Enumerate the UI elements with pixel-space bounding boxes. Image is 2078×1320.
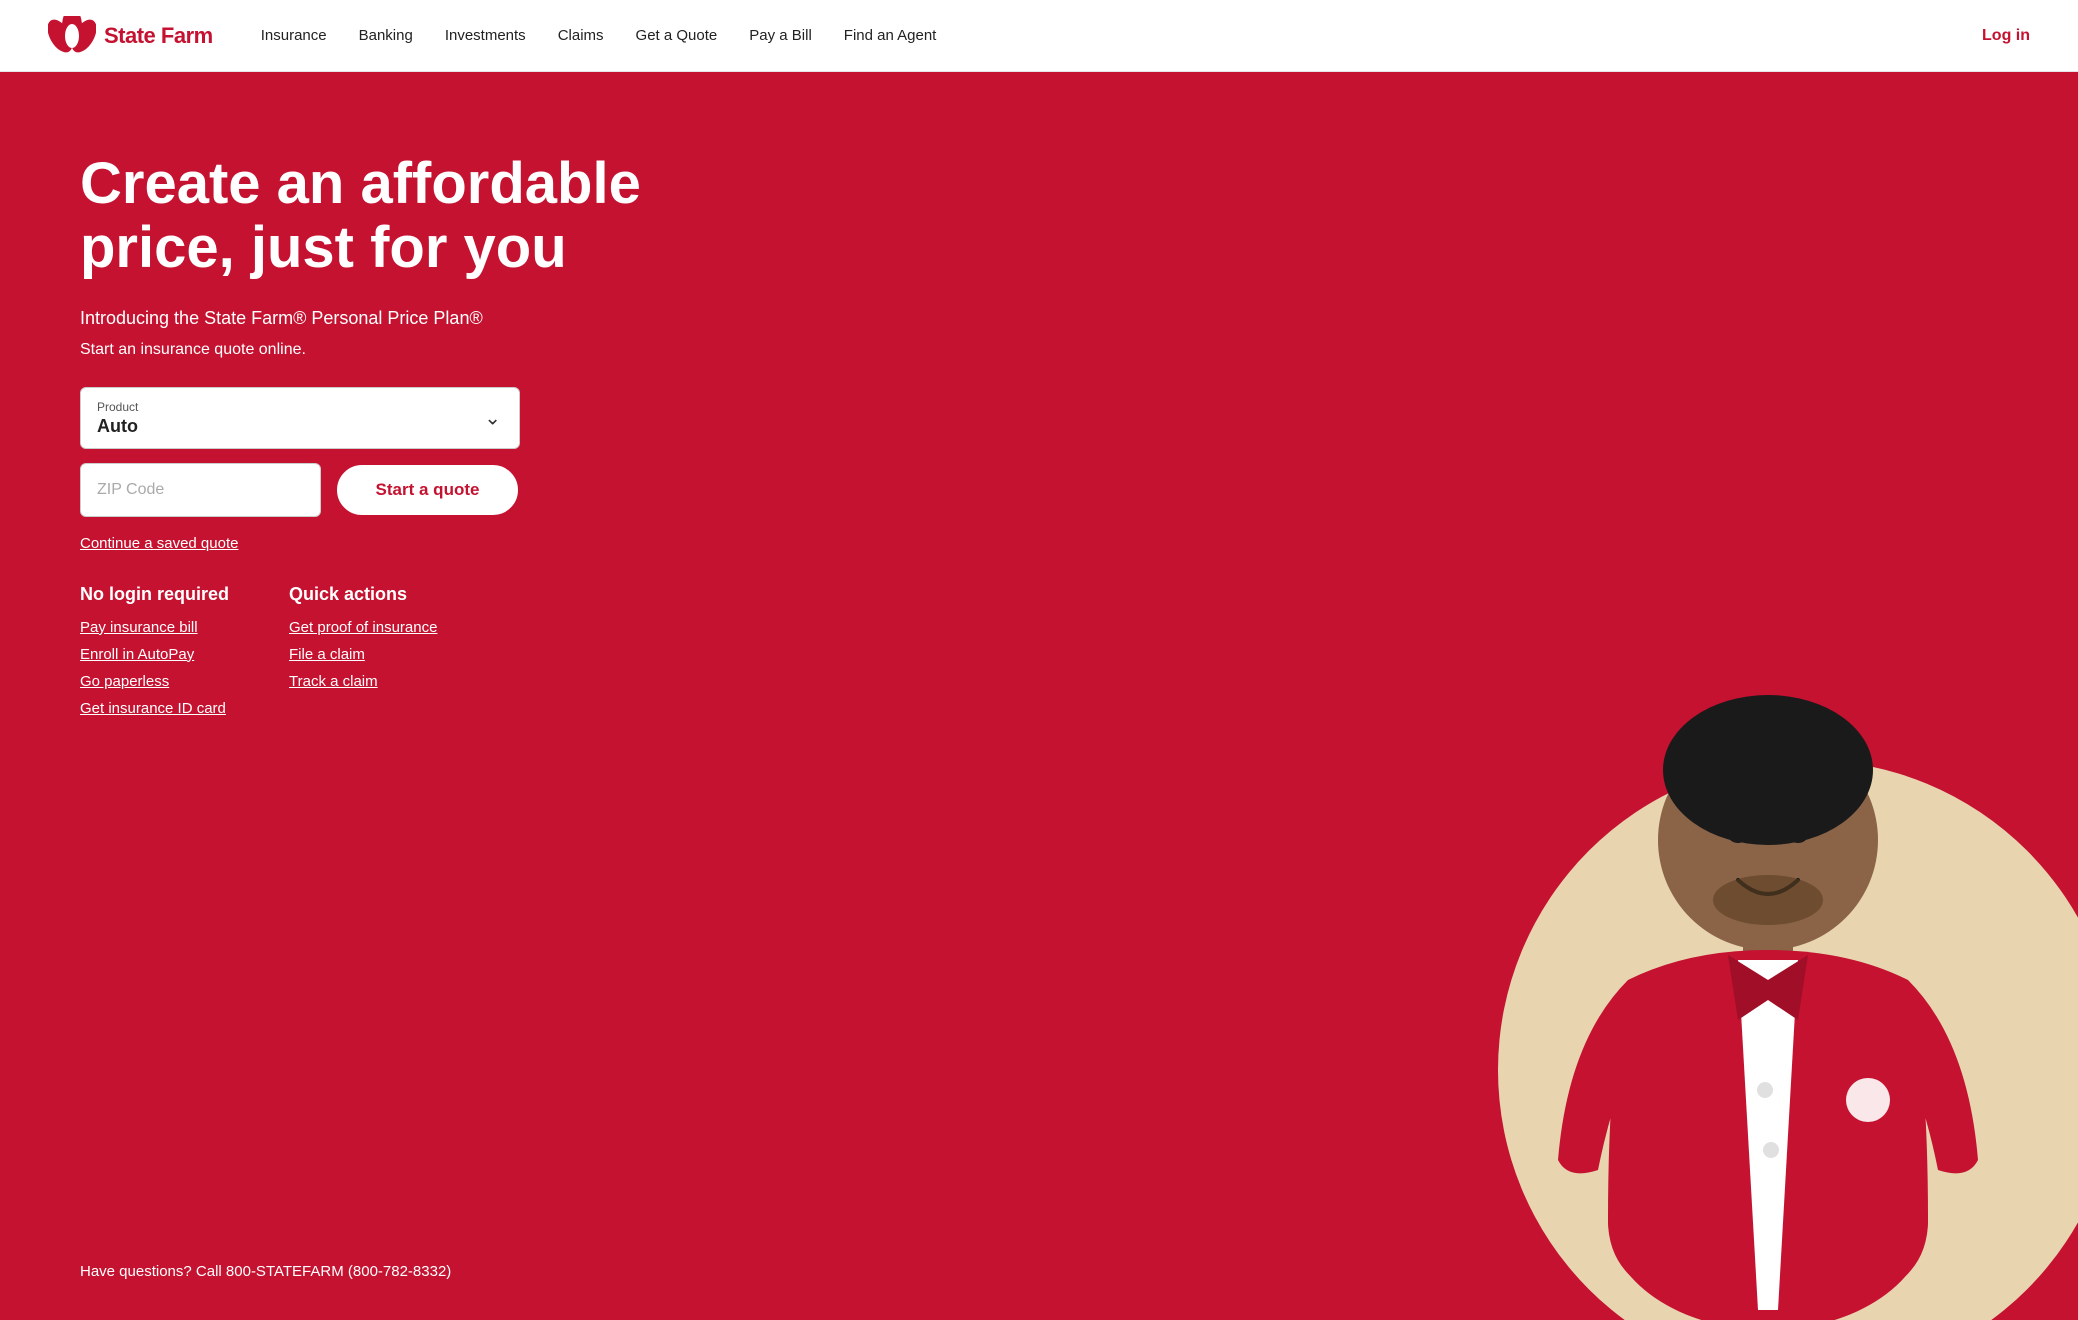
hero-call-text: Have questions? Call 800-STATEFARM (800-… <box>80 1263 451 1280</box>
hero-section: Create an affordable price, just for you… <box>0 72 2078 1320</box>
no-login-heading: No login required <box>80 584 229 605</box>
main-nav: Insurance Banking Investments Claims Get… <box>261 27 937 44</box>
nav-pay-a-bill[interactable]: Pay a Bill <box>749 27 812 44</box>
nav-get-a-quote[interactable]: Get a Quote <box>636 27 718 44</box>
hero-content: Create an affordable price, just for you… <box>80 152 680 717</box>
hero-subheadline: Introducing the State Farm® Personal Pri… <box>80 308 680 329</box>
hero-visual <box>1418 72 2078 1320</box>
person-illustration <box>1508 620 2028 1320</box>
quick-action-links: Get proof of insurance File a claim Trac… <box>289 619 437 690</box>
get-insurance-id-card-link[interactable]: Get insurance ID card <box>80 700 229 717</box>
continue-saved-quote-link[interactable]: Continue a saved quote <box>80 535 520 552</box>
header-left: State Farm Insurance Banking Investments… <box>48 16 936 56</box>
quick-actions-group: Quick actions Get proof of insurance Fil… <box>289 584 437 717</box>
hero-headline: Create an affordable price, just for you <box>80 152 680 280</box>
login-button[interactable]: Log in <box>1982 27 2030 45</box>
nav-find-an-agent[interactable]: Find an Agent <box>844 27 937 44</box>
logo[interactable]: State Farm <box>48 16 213 56</box>
nav-insurance[interactable]: Insurance <box>261 27 327 44</box>
nav-claims[interactable]: Claims <box>558 27 604 44</box>
quote-form: Product Auto Home Renters Life Health ⌄ … <box>80 387 520 552</box>
go-paperless-link[interactable]: Go paperless <box>80 673 229 690</box>
file-a-claim-link[interactable]: File a claim <box>289 646 437 663</box>
product-select-wrapper: Product Auto Home Renters Life Health ⌄ <box>80 387 520 449</box>
start-quote-button[interactable]: Start a quote <box>335 463 520 517</box>
no-login-links: Pay insurance bill Enroll in AutoPay Go … <box>80 619 229 717</box>
logo-text: State Farm <box>104 23 213 49</box>
statefarm-logo-icon <box>48 16 96 56</box>
header: State Farm Insurance Banking Investments… <box>0 0 2078 72</box>
zip-input[interactable] <box>80 463 321 517</box>
nav-investments[interactable]: Investments <box>445 27 526 44</box>
product-select[interactable]: Auto Home Renters Life Health <box>97 416 503 436</box>
track-a-claim-link[interactable]: Track a claim <box>289 673 437 690</box>
hero-sub2: Start an insurance quote online. <box>80 341 680 359</box>
nav-banking[interactable]: Banking <box>359 27 413 44</box>
no-login-group: No login required Pay insurance bill Enr… <box>80 584 229 717</box>
quick-actions-heading: Quick actions <box>289 584 437 605</box>
zip-row: Start a quote <box>80 463 520 517</box>
actions-row: No login required Pay insurance bill Enr… <box>80 584 680 717</box>
pay-insurance-bill-link[interactable]: Pay insurance bill <box>80 619 229 636</box>
product-label: Product <box>97 400 503 414</box>
enroll-autopay-link[interactable]: Enroll in AutoPay <box>80 646 229 663</box>
person-svg <box>1528 640 2008 1320</box>
get-proof-of-insurance-link[interactable]: Get proof of insurance <box>289 619 437 636</box>
